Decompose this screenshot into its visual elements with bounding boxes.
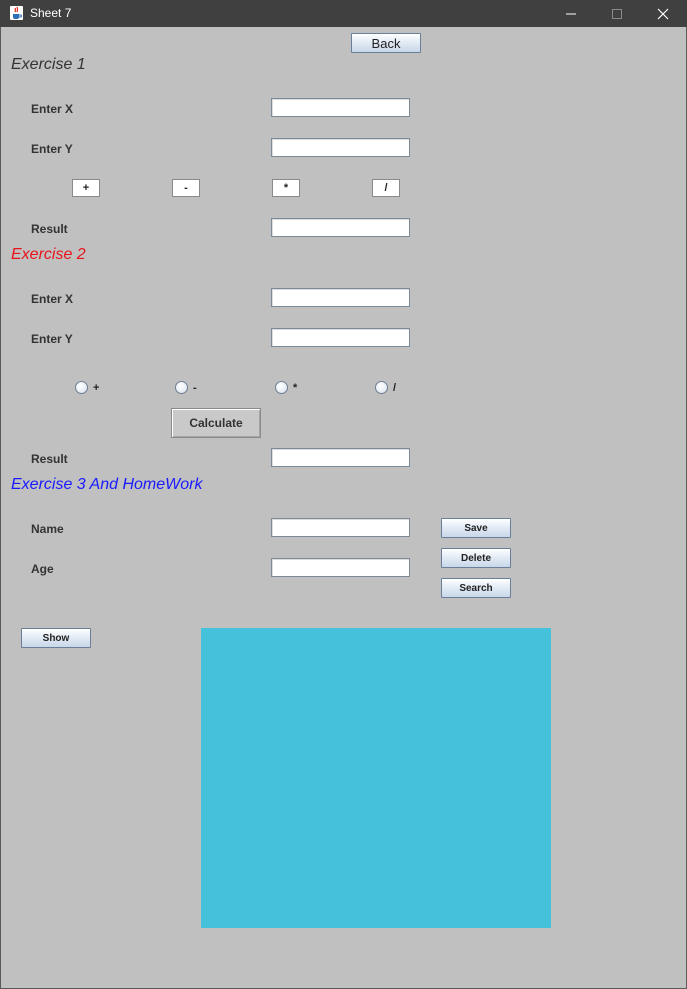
name-label: Name (31, 522, 64, 536)
window-border-left (0, 27, 1, 989)
ex2-result-label: Result (31, 452, 68, 466)
maximize-button[interactable] (594, 0, 640, 27)
ex1-subtract-button[interactable]: - (172, 179, 200, 197)
display-panel (201, 628, 551, 928)
ex1-result-label: Result (31, 222, 68, 236)
ex2-enter-x-label: Enter X (31, 292, 74, 306)
radio-circle-icon[interactable] (275, 381, 288, 394)
ex1-x-input[interactable] (271, 98, 410, 117)
exercise2-heading: Exercise 2 (11, 246, 86, 263)
close-button[interactable] (640, 0, 686, 27)
minimize-button[interactable] (548, 0, 594, 27)
ex2-y-input[interactable] (271, 328, 410, 347)
ex1-add-button[interactable]: + (72, 179, 100, 197)
save-button[interactable]: Save (441, 518, 511, 538)
radio-label: + (93, 382, 100, 394)
delete-button[interactable]: Delete (441, 548, 511, 568)
radio-circle-icon[interactable] (75, 381, 88, 394)
title-bar: Sheet 7 (0, 0, 687, 27)
ex2-enter-y-label: Enter Y (31, 332, 73, 346)
close-icon (657, 8, 669, 19)
window-title: Sheet 7 (30, 6, 72, 20)
age-label: Age (31, 562, 54, 576)
minimize-icon (566, 13, 576, 14)
ex2-result-field[interactable] (271, 448, 410, 467)
exercise3-heading: Exercise 3 And HomeWork (11, 476, 203, 493)
radio-label: / (393, 382, 397, 394)
search-button[interactable]: Search (441, 578, 511, 598)
age-input[interactable] (271, 558, 410, 577)
radio-circle-icon[interactable] (175, 381, 188, 394)
radio-label: * (293, 382, 298, 394)
back-button[interactable]: Back (351, 33, 421, 53)
exercise1-heading: Exercise 1 (11, 56, 86, 73)
ex2-x-input[interactable] (271, 288, 410, 307)
show-button[interactable]: Show (21, 628, 91, 648)
ex1-divide-button[interactable]: / (372, 179, 400, 197)
ex1-enter-y-label: Enter Y (31, 142, 73, 156)
ex1-multiply-button[interactable]: * (272, 179, 300, 197)
java-coffee-cup-icon (10, 6, 23, 20)
radio-label: - (193, 382, 197, 394)
calculate-button[interactable]: Calculate (171, 408, 261, 438)
ex1-enter-x-label: Enter X (31, 102, 74, 116)
radio-circle-icon[interactable] (375, 381, 388, 394)
maximize-icon (612, 8, 622, 19)
ex1-y-input[interactable] (271, 138, 410, 157)
ex1-result-field[interactable] (271, 218, 410, 237)
name-input[interactable] (271, 518, 410, 537)
